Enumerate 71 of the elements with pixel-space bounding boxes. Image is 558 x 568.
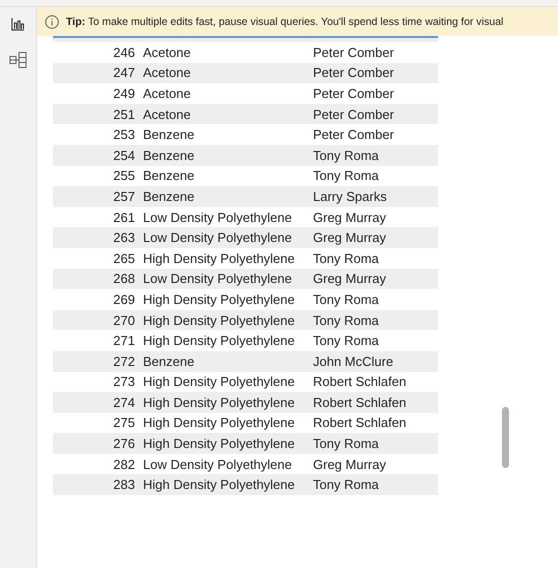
hierarchy-icon[interactable] bbox=[9, 51, 27, 69]
table-cell-text: 274 bbox=[112, 394, 136, 410]
table-cell-text: Peter Comber bbox=[313, 86, 395, 101]
table-cell-text: Peter Comber bbox=[313, 127, 395, 142]
table-cell-text: 265 bbox=[112, 250, 136, 266]
info-icon bbox=[45, 14, 59, 28]
table-cell-text: Benzene bbox=[143, 127, 196, 142]
table-cell-text: Low Density Polyethylene bbox=[143, 271, 293, 286]
table-cell-text: 270 bbox=[112, 312, 136, 328]
table-cell-text: High Density Polyethylene bbox=[143, 436, 296, 452]
table-cell-text: 251 bbox=[112, 106, 136, 122]
table-cell-text: Acetone bbox=[143, 44, 192, 60]
table-cell-text: High Density Polyethylene bbox=[143, 312, 296, 328]
table-cell-text: 271 bbox=[112, 333, 136, 348]
table-cell-text: Greg Murray bbox=[313, 456, 387, 472]
table-cell-text: Benzene bbox=[143, 168, 196, 184]
table-cell-text: 257 bbox=[112, 188, 136, 204]
table-cell-text: High Density Polyethylene bbox=[143, 374, 296, 390]
table-cell-text: Peter Comber bbox=[313, 106, 395, 122]
table-cell-text: Low Density Polyethylene bbox=[143, 210, 293, 225]
table-cell-text: Tony Roma bbox=[313, 148, 380, 163]
table-cell-text: Benzene bbox=[143, 148, 196, 163]
table-cell-text: Tony Roma bbox=[313, 250, 380, 266]
table-cell-text: Acetone bbox=[143, 65, 192, 80]
table-cell-text: Tony Roma bbox=[313, 333, 380, 348]
table-cell-text: High Density Polyethylene bbox=[143, 415, 296, 430]
tip-text: Tip: To make multiple edits fast, pause visual queries. You'll spend less time waiting for visual bbox=[66, 16, 504, 28]
table-cell-text: Tony Roma bbox=[313, 292, 380, 307]
table-cell-text: Peter Comber bbox=[313, 65, 395, 80]
table-cell-text: High Density Polyethylene bbox=[143, 394, 296, 410]
table-cell-text: 249 bbox=[112, 86, 136, 101]
table-cell-text: Tony Roma bbox=[313, 168, 380, 184]
table-cell-text: High Density Polyethylene bbox=[143, 333, 296, 348]
table-cell-text: 247 bbox=[112, 65, 136, 80]
table-cell-text: Acetone bbox=[143, 86, 192, 101]
table-cell-text: Greg Murray bbox=[313, 230, 387, 246]
table-cell-text: Robert Schlafen bbox=[313, 374, 408, 390]
table-cell-text: 275 bbox=[112, 415, 136, 430]
table-cell-text: Greg Murray bbox=[313, 271, 387, 286]
table-cell-text: Acetone bbox=[143, 106, 192, 122]
table-cell-text: 268 bbox=[112, 271, 136, 286]
table-cell-text: Low Density Polyethylene bbox=[143, 230, 293, 246]
table-cell-text: 246 bbox=[112, 44, 136, 60]
table-cell-text: 283 bbox=[112, 477, 136, 492]
scrollbar-thumb[interactable] bbox=[502, 407, 509, 468]
table-cell-text: Greg Murray bbox=[313, 210, 387, 225]
table-cell-text: 282 bbox=[112, 456, 136, 472]
table-cell-text: Robert Schlafen bbox=[313, 415, 408, 430]
table-cell-text: 263 bbox=[112, 230, 136, 246]
table-cell-text: Tony Roma bbox=[313, 312, 380, 328]
table-cell-text: 255 bbox=[112, 168, 136, 184]
table-cell-text: High Density Polyethylene bbox=[143, 477, 296, 492]
table-cell-text: Tony Roma bbox=[313, 436, 380, 452]
table-cell-text: Benzene bbox=[143, 188, 196, 204]
table-cell-text: 276 bbox=[112, 436, 136, 452]
table-cell-text: Tony Roma bbox=[313, 477, 380, 492]
table-cell-text: 261 bbox=[112, 210, 136, 225]
bar-chart-icon[interactable] bbox=[11, 17, 25, 31]
table-cell-text: Low Density Polyethylene bbox=[143, 456, 293, 472]
table-cell-text: Robert Schlafen bbox=[313, 394, 408, 410]
table-cell-text: John McClure bbox=[313, 354, 394, 369]
table-cell-text: High Density Polyethylene bbox=[143, 250, 296, 266]
table-cell-text: Benzene bbox=[143, 354, 196, 369]
table-cell-text: High Density Polyethylene bbox=[143, 292, 296, 307]
table-cell-text: 253 bbox=[112, 127, 136, 142]
table-cell-text: Peter Comber bbox=[313, 44, 395, 60]
table-cell-text: 269 bbox=[112, 292, 136, 307]
table-cell-text: 272 bbox=[112, 354, 136, 369]
table-cell-text: 273 bbox=[112, 374, 136, 390]
table-cell-text: 254 bbox=[112, 148, 136, 163]
table-cell-text: Larry Sparks bbox=[313, 188, 388, 204]
